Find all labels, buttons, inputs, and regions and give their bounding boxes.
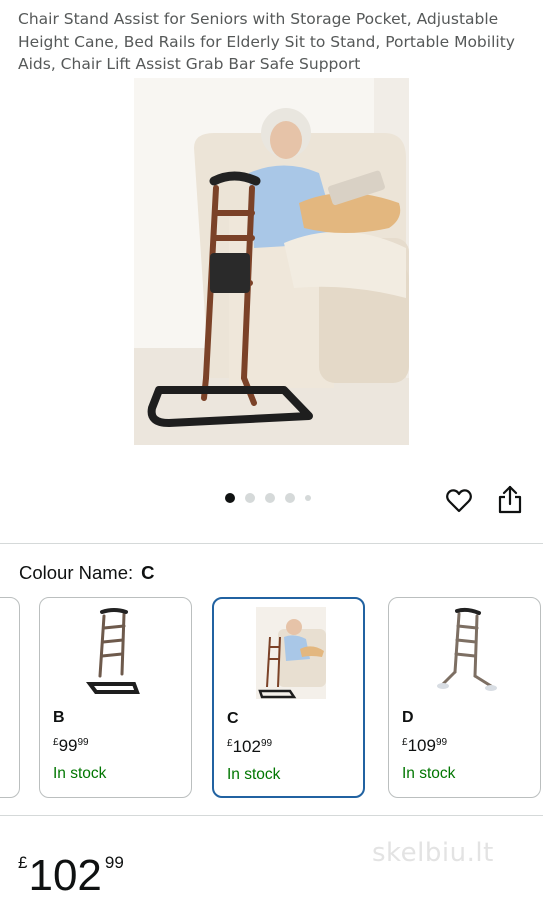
selected-colour-value: C [141,562,155,583]
heart-icon[interactable] [445,487,473,515]
option-name: D [402,709,414,726]
option-stock-status: In stock [227,766,281,783]
option-d-thumbnail [437,607,497,691]
carousel-dot[interactable] [245,493,255,503]
option-price-fraction: 99 [435,737,448,748]
option-price-whole: 109 [407,736,436,755]
option-price-whole: 99 [58,736,78,755]
option-stock-status: In stock [53,765,107,782]
colour-option-c[interactable]: C £10299 In stock [212,597,365,798]
option-price: £10999 [402,736,447,756]
option-name: B [53,709,65,726]
section-divider [0,543,543,544]
option-name: C [227,710,239,727]
product-photo-illustration [134,78,409,445]
option-price: £10299 [227,737,272,757]
colour-label-text: Colour Name: [19,562,134,583]
colour-name-label: Colour Name: C [19,562,155,584]
share-icon[interactable] [497,485,523,515]
option-price: £9999 [53,736,89,756]
option-price-whole: 102 [232,737,261,756]
price-currency: £ [18,853,28,872]
image-carousel-indicator[interactable] [225,493,311,503]
option-c-thumbnail [256,607,326,699]
colour-option-previous[interactable] [0,597,20,798]
carousel-dot[interactable] [285,493,295,503]
price-fraction: 99 [104,853,124,872]
colour-option-b[interactable]: B £9999 In stock [39,597,192,798]
watermark: skelbiu.lt [372,838,494,868]
price-whole: 102 [28,851,102,900]
option-price-fraction: 99 [260,738,273,749]
carousel-dot[interactable] [225,493,235,503]
product-title: Chair Stand Assist for Seniors with Stor… [18,10,515,73]
carousel-dot[interactable] [265,493,275,503]
section-divider [0,815,543,816]
product-price: £102 99 [18,838,124,900]
colour-option-d[interactable]: D £10999 In stock [388,597,541,798]
option-price-fraction: 99 [77,737,89,748]
option-stock-status: In stock [402,765,456,782]
product-image[interactable] [134,78,409,445]
option-b-thumbnail [86,608,140,694]
carousel-dot[interactable] [305,495,311,501]
